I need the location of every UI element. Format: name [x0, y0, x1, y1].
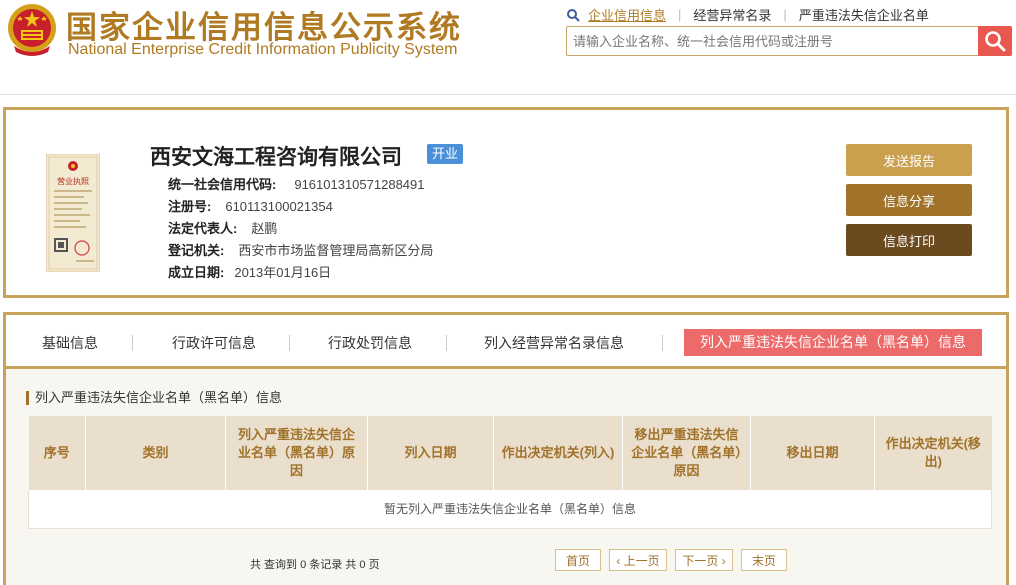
- info-reg-authority: 登记机关: 西安市市场监督管理局高新区分局: [168, 240, 433, 259]
- info-credit-code: 统一社会信用代码: 916101310571288491: [168, 174, 424, 193]
- company-name: 西安文海工程咨询有限公司: [150, 145, 402, 169]
- search-icon: [985, 31, 1006, 52]
- first-page-button[interactable]: 首页: [555, 549, 601, 571]
- print-info-button[interactable]: 信息打印: [846, 224, 972, 256]
- tab-admin-penalty[interactable]: 行政处罚信息: [328, 333, 412, 353]
- business-license-icon: 营业执照: [46, 154, 100, 272]
- nav-blacklist[interactable]: 严重违法失信企业名单: [799, 5, 929, 24]
- info-value: 2013年01月16日: [234, 265, 332, 280]
- prev-page-button[interactable]: ‹ 上一页: [609, 549, 667, 571]
- column-header: 列入严重违法失信企业名单（黑名单）原因: [225, 416, 368, 490]
- tab-admin-license[interactable]: 行政许可信息: [172, 333, 256, 353]
- info-label: 法定代表人:: [168, 221, 238, 236]
- site-subtitle: National Enterprise Credit Information P…: [68, 41, 458, 58]
- info-value: 西安市市场监督管理局高新区分局: [238, 243, 434, 258]
- column-header: 序号: [28, 416, 86, 490]
- table-header-row: 序号 类别 列入严重违法失信企业名单（黑名单）原因 列入日期 作出决定机关(列入…: [28, 416, 992, 490]
- info-value: 916101310571288491: [294, 177, 425, 192]
- column-header: 移出日期: [750, 416, 875, 490]
- column-header: 列入日期: [367, 416, 494, 490]
- tab-divider: [289, 335, 290, 351]
- top-nav: 企业信用信息 | 经营异常名录 | 严重违法失信企业名单: [566, 5, 929, 24]
- nav-abnormal-list[interactable]: 经营异常名录: [693, 5, 771, 24]
- table-row: 暂无列入严重违法失信企业名单（黑名单）信息: [28, 490, 992, 529]
- pager-info: 共 查询到 0 条记录 共 0 页: [250, 559, 380, 571]
- magnifier-icon: [567, 8, 580, 22]
- info-value: 赵鹏: [251, 221, 278, 236]
- send-report-button[interactable]: 发送报告: [846, 144, 972, 176]
- tab-divider: [662, 335, 663, 351]
- tab-divider: [446, 335, 447, 351]
- info-label: 成立日期:: [168, 265, 225, 280]
- search-button[interactable]: [978, 26, 1012, 56]
- info-est-date: 成立日期: 2013年01月16日: [168, 262, 331, 281]
- column-header: 类别: [85, 416, 226, 490]
- tab-bar: 基础信息 行政许可信息 行政处罚信息 列入经营异常名录信息 列入严重违法失信企业…: [6, 315, 1006, 369]
- section-title: 列入严重违法失信企业名单（黑名单）信息: [26, 391, 282, 405]
- info-label: 统一社会信用代码:: [168, 177, 277, 192]
- next-page-button[interactable]: 下一页 ›: [675, 549, 733, 571]
- column-header: 作出决定机关(列入): [493, 416, 623, 490]
- empty-message: 暂无列入严重违法失信企业名单（黑名单）信息: [28, 490, 992, 529]
- company-card: 营业执照 西安文海工程咨询有限公司 开业 统一社会信用代码: 9161013105…: [3, 107, 1009, 298]
- search-box: [566, 26, 1012, 56]
- blacklist-section: 列入严重违法失信企业名单（黑名单）信息 序号 类别 列入严重违法失信企业名单（黑…: [6, 369, 1006, 585]
- info-label: 注册号:: [168, 199, 212, 214]
- share-info-button[interactable]: 信息分享: [846, 184, 972, 216]
- column-header: 作出决定机关(移出): [874, 416, 992, 490]
- last-page-button[interactable]: 末页: [741, 549, 787, 571]
- site-header: 国家企业信用信息公示系统 National Enterprise Credit …: [0, 0, 1016, 95]
- tab-abnormal-list[interactable]: 列入经营异常名录信息: [484, 333, 624, 353]
- national-emblem-icon: [8, 4, 56, 56]
- detail-panel: 基础信息 行政许可信息 行政处罚信息 列入经营异常名录信息 列入严重违法失信企业…: [3, 312, 1009, 585]
- info-legal-rep: 法定代表人: 赵鹏: [168, 218, 277, 237]
- search-input[interactable]: [567, 27, 977, 55]
- info-value: 610113100021354: [225, 199, 333, 214]
- nav-separator: |: [678, 7, 682, 22]
- status-badge: 开业: [427, 144, 464, 164]
- blacklist-table: 序号 类别 列入严重违法失信企业名单（黑名单）原因 列入日期 作出决定机关(列入…: [28, 416, 992, 529]
- info-reg-number: 注册号: 610113100021354: [168, 196, 333, 215]
- info-label: 登记机关:: [168, 243, 225, 258]
- column-header: 移出严重违法失信企业名单（黑名单）原因: [622, 416, 751, 490]
- tab-divider: [132, 335, 133, 351]
- nav-credit-info[interactable]: 企业信用信息: [588, 5, 666, 24]
- tab-blacklist[interactable]: 列入严重违法失信企业名单（黑名单）信息: [684, 329, 982, 356]
- license-title: 营业执照: [57, 176, 89, 186]
- nav-separator: |: [783, 7, 787, 22]
- tab-basic-info[interactable]: 基础信息: [42, 333, 98, 353]
